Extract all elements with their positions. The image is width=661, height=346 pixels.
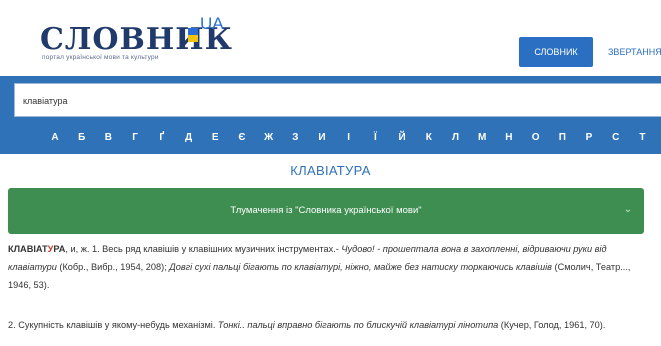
search-input[interactable]	[23, 90, 623, 112]
entry-title: КЛАВІАТУРА	[290, 163, 371, 178]
nav-requests-link[interactable]: ЗВЕРТАННЯ	[600, 37, 661, 67]
sense-definition: 2. Сукупність клавішів у якому-небудь ме…	[8, 320, 218, 330]
alphabet-letter-link[interactable]: М	[475, 128, 489, 148]
alphabet-letter-link[interactable]: З	[288, 128, 302, 148]
quotation-source: (Кучер, Голод, 1961, 70).	[498, 320, 606, 330]
alphabet-letter-link[interactable]: К	[422, 128, 436, 148]
site-header: СЛОВНИК UA портал української мови та ку…	[0, 0, 661, 76]
alphabet-letter-link[interactable]: Т	[635, 128, 649, 148]
site-logo[interactable]: СЛОВНИК UA портал української мови та ку…	[40, 14, 240, 70]
headword: КЛАВІАТУРА	[8, 244, 66, 254]
alphabet-letter-link[interactable]: Р	[582, 128, 596, 148]
quotation: Довгі сухі пальці бігають по клавіатурі,…	[169, 262, 552, 272]
quotation: Тонкі.. пальці вправно бігають по блиску…	[217, 320, 499, 330]
source-accordion-label: Тлумачення із "Словника української мови…	[230, 205, 422, 216]
alphabet-letter-link[interactable]: Ж	[262, 128, 276, 148]
alphabet-letter-link[interactable]: О	[529, 128, 543, 148]
logo-tagline: портал української мови та культури	[42, 54, 159, 61]
alphabet-letter-link[interactable]: Є	[235, 128, 249, 148]
alphabet-letter-link[interactable]: І	[342, 128, 356, 148]
alphabet-letter-link[interactable]: А	[48, 128, 62, 148]
alphabet-letter-link[interactable]: Л	[449, 128, 463, 148]
search-band: АБВГҐДЕЄЖЗИІЇЙКЛМНОПРСТ	[0, 76, 661, 154]
alphabet-letter-link[interactable]: Ґ	[155, 128, 169, 148]
alphabet-letter-link[interactable]: Н	[502, 128, 516, 148]
nav-dictionary-button[interactable]: СЛОВНИК	[519, 37, 593, 67]
alphabet-letter-link[interactable]: Б	[75, 128, 89, 148]
alphabet-letter-link[interactable]: Г	[128, 128, 142, 148]
alphabet-letter-link[interactable]: И	[315, 128, 329, 148]
definition-paragraph-1: КЛАВІАТУРА, и, ж. 1. Весь ряд клавішів у…	[8, 240, 648, 294]
ukraine-flag-icon	[188, 28, 198, 42]
search-box[interactable]	[14, 83, 661, 117]
chevron-down-icon[interactable]: ⌄	[622, 204, 634, 216]
alphabet-letter-link[interactable]: Д	[182, 128, 196, 148]
definition-paragraph-2: 2. Сукупність клавішів у якому-небудь ме…	[8, 316, 648, 334]
alphabet-letter-link[interactable]: Ї	[368, 128, 382, 148]
source-accordion[interactable]: Тлумачення із "Словника української мови…	[8, 188, 644, 234]
alphabet-letter-link[interactable]: Й	[395, 128, 409, 148]
quotation-source: (Кобр., Вибр., 1954, 208);	[56, 262, 170, 272]
alphabet-letter-link[interactable]: Е	[208, 128, 222, 148]
alphabet-letter-link[interactable]: П	[555, 128, 569, 148]
grammar-definition: , и, ж. 1. Весь ряд клавішів у клавішних…	[65, 244, 342, 254]
logo-ua: UA	[200, 14, 224, 33]
alphabet-letter-link[interactable]: С	[609, 128, 623, 148]
alphabet-bar: АБВГҐДЕЄЖЗИІЇЙКЛМНОПРСТ	[48, 128, 661, 148]
alphabet-letter-link[interactable]: В	[101, 128, 115, 148]
